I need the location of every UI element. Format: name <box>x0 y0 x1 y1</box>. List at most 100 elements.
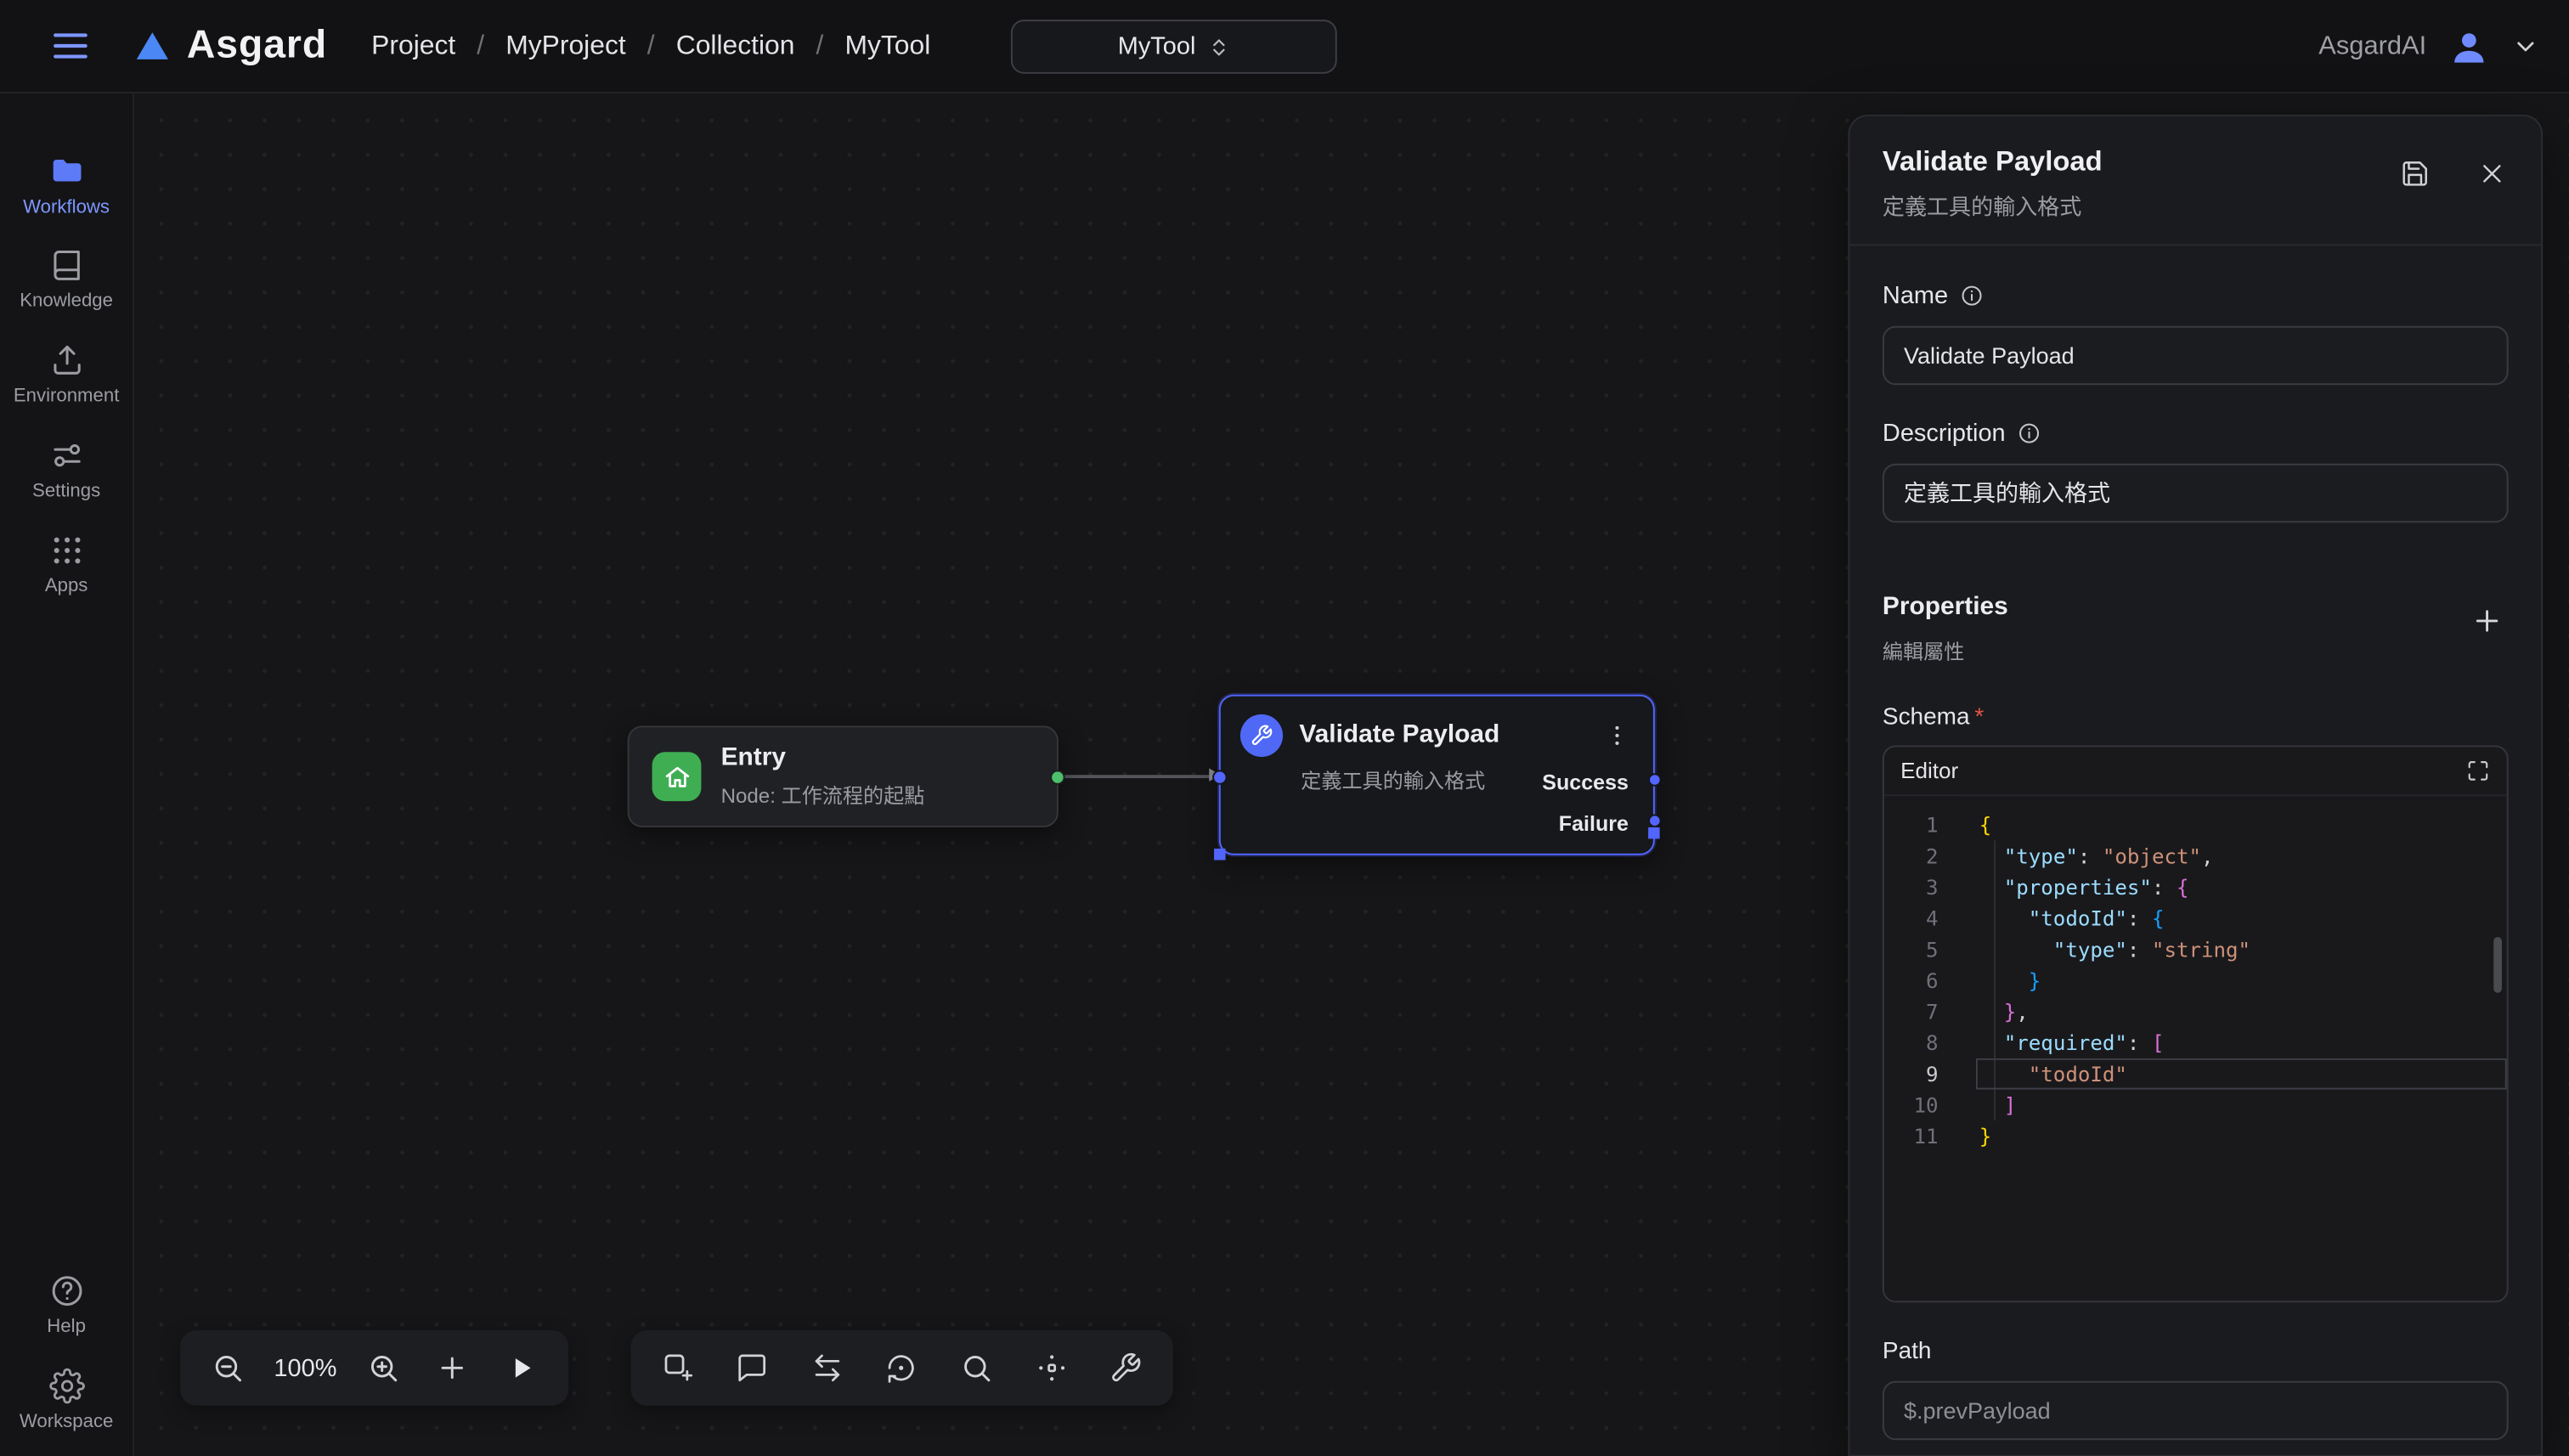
canvas-tools-toolbar <box>630 1330 1172 1406</box>
breadcrumb-collection[interactable]: Collection <box>676 31 795 62</box>
close-icon[interactable] <box>2472 154 2511 193</box>
code-line[interactable]: "type": "object", <box>1976 840 2507 872</box>
run-button[interactable] <box>498 1345 544 1391</box>
kebab-menu-icon[interactable] <box>1601 720 1634 753</box>
sidebar-item-label: Workflows <box>23 197 110 217</box>
schema-editor: Editor 1234567891011 { "type": "object",… <box>1883 745 2509 1302</box>
breadcrumb-mytool[interactable]: MyTool <box>844 31 930 62</box>
app-root: Asgard Project / MyProject / Collection … <box>0 0 2569 1456</box>
code-content[interactable]: { "type": "object", "properties": { "tod… <box>1960 796 2507 1301</box>
app-logo[interactable]: Asgard <box>134 23 327 69</box>
comment-button[interactable] <box>730 1345 776 1391</box>
validate-node-header: Validate Payload <box>1221 697 1653 757</box>
properties-title: Properties <box>1883 593 2008 623</box>
breadcrumb-project[interactable]: Project <box>371 31 455 62</box>
properties-text-group: Properties 編輯屬性 <box>1883 593 2008 665</box>
add-button[interactable] <box>429 1345 475 1391</box>
panel-header-actions <box>2394 152 2512 195</box>
code-line[interactable]: "todoId": { <box>1976 903 2507 934</box>
description-field-label: Description <box>1883 420 2509 448</box>
sidebar-item-workflows[interactable]: Workflows <box>0 136 133 231</box>
workflows-folder-icon <box>45 150 88 189</box>
properties-section-header: Properties 編輯屬性 <box>1883 593 2509 665</box>
breadcrumb: Project / MyProject / Collection / MyToo… <box>371 31 930 62</box>
path-input[interactable] <box>1883 1381 2509 1440</box>
editor-scrollbar-thumb[interactable] <box>2493 937 2502 993</box>
wrench-icon <box>1240 714 1283 757</box>
code-editor-area[interactable]: 1234567891011 { "type": "object", "prope… <box>1884 796 2507 1301</box>
info-icon[interactable] <box>1960 284 1985 308</box>
sidebar-item-label: Apps <box>45 576 88 595</box>
save-button[interactable] <box>2394 152 2436 195</box>
expand-fullscreen-icon[interactable] <box>2465 759 2490 783</box>
code-line[interactable]: "required": [ <box>1976 1027 2507 1058</box>
zoom-in-button[interactable] <box>360 1345 406 1391</box>
code-line[interactable]: "properties": { <box>1976 872 2507 903</box>
breadcrumb-separator: / <box>477 31 484 62</box>
entry-node-text: Entry Node: 工作流程的起點 <box>721 744 925 810</box>
search-button[interactable] <box>953 1345 999 1391</box>
tool-select-dropdown[interactable]: MyTool <box>1011 20 1337 74</box>
code-line[interactable]: }, <box>1976 996 2507 1028</box>
node-entry[interactable]: Entry Node: 工作流程的起點 <box>628 725 1059 827</box>
validate-input-port[interactable] <box>1212 770 1227 784</box>
auto-layout-button[interactable] <box>879 1345 925 1391</box>
node-subtitle: Node: 工作流程的起點 <box>721 778 925 810</box>
selection-handle[interactable] <box>1214 849 1226 861</box>
upload-icon <box>48 341 84 377</box>
failure-output-port[interactable] <box>1648 814 1661 827</box>
left-sidebar: Workflows Knowledge Environment Settings… <box>0 93 134 1456</box>
code-line[interactable]: } <box>1976 1120 2507 1152</box>
sidebar-item-help[interactable]: Help <box>0 1256 133 1352</box>
info-icon[interactable] <box>2017 421 2041 446</box>
sidebar-item-environment[interactable]: Environment <box>0 326 133 421</box>
add-property-button[interactable] <box>2465 600 2508 642</box>
name-input[interactable] <box>1883 326 2509 385</box>
name-label-text: Name <box>1883 282 1948 310</box>
sidebar-item-apps[interactable]: Apps <box>0 516 133 611</box>
sidebar-item-settings[interactable]: Settings <box>0 421 133 516</box>
zoom-out-button[interactable] <box>205 1345 251 1391</box>
selection-handle[interactable] <box>1648 827 1660 839</box>
add-node-button[interactable] <box>655 1345 701 1391</box>
node-subtitle: 定義工具的輸入格式 <box>1301 764 1485 795</box>
breadcrumb-separator: / <box>647 31 655 62</box>
sidebar-item-workspace[interactable]: Workspace <box>0 1352 133 1447</box>
schema-field-label: Schema* <box>1883 704 2509 731</box>
sliders-icon <box>48 437 84 472</box>
node-validate-payload[interactable]: Validate Payload 定義工具的輸入格式 Success Failu… <box>1219 695 1655 855</box>
swap-connections-button[interactable] <box>805 1345 850 1391</box>
entry-output-port[interactable] <box>1050 770 1064 784</box>
header-right-group: AsgardAI <box>2318 0 2539 93</box>
entry-node-icon <box>652 752 702 801</box>
breadcrumb-myproject[interactable]: MyProject <box>505 31 625 62</box>
tools-button[interactable] <box>1103 1345 1149 1391</box>
code-line[interactable]: ] <box>1976 1089 2507 1120</box>
fit-view-button[interactable] <box>1028 1345 1074 1391</box>
app-header: Asgard Project / MyProject / Collection … <box>0 0 2569 93</box>
user-avatar-icon[interactable] <box>2448 25 2490 68</box>
chevron-down-icon[interactable] <box>2511 33 2539 61</box>
success-output-port[interactable] <box>1648 773 1661 786</box>
editor-header: Editor <box>1884 747 2507 796</box>
description-label-text: Description <box>1883 420 2006 448</box>
help-circle-icon <box>48 1273 84 1308</box>
code-line[interactable]: } <box>1976 965 2507 996</box>
sidebar-item-label: Knowledge <box>20 291 113 310</box>
schema-label-text: Schema <box>1883 704 1970 731</box>
edge-entry-to-validate[interactable] <box>1059 775 1219 778</box>
menu-button[interactable] <box>49 25 92 67</box>
path-field-label: Path <box>1883 1339 2509 1365</box>
sidebar-item-label: Environment <box>14 386 120 405</box>
sidebar-item-knowledge[interactable]: Knowledge <box>0 231 133 326</box>
code-line[interactable]: { <box>1976 810 2507 841</box>
output-label-failure: Failure <box>1559 811 1629 836</box>
node-inspector-panel: Validate Payload 定義工具的輸入格式 Name <box>1848 115 2543 1456</box>
code-gutter: 1234567891011 <box>1884 796 1960 1301</box>
code-line[interactable]: "todoId" <box>1976 1058 2507 1090</box>
description-input[interactable] <box>1883 464 2509 522</box>
code-line[interactable]: "type": "string" <box>1976 934 2507 965</box>
panel-header: Validate Payload 定義工具的輸入格式 <box>1849 116 2541 244</box>
account-name: AsgardAI <box>2318 32 2426 62</box>
node-title: Entry <box>721 744 925 774</box>
